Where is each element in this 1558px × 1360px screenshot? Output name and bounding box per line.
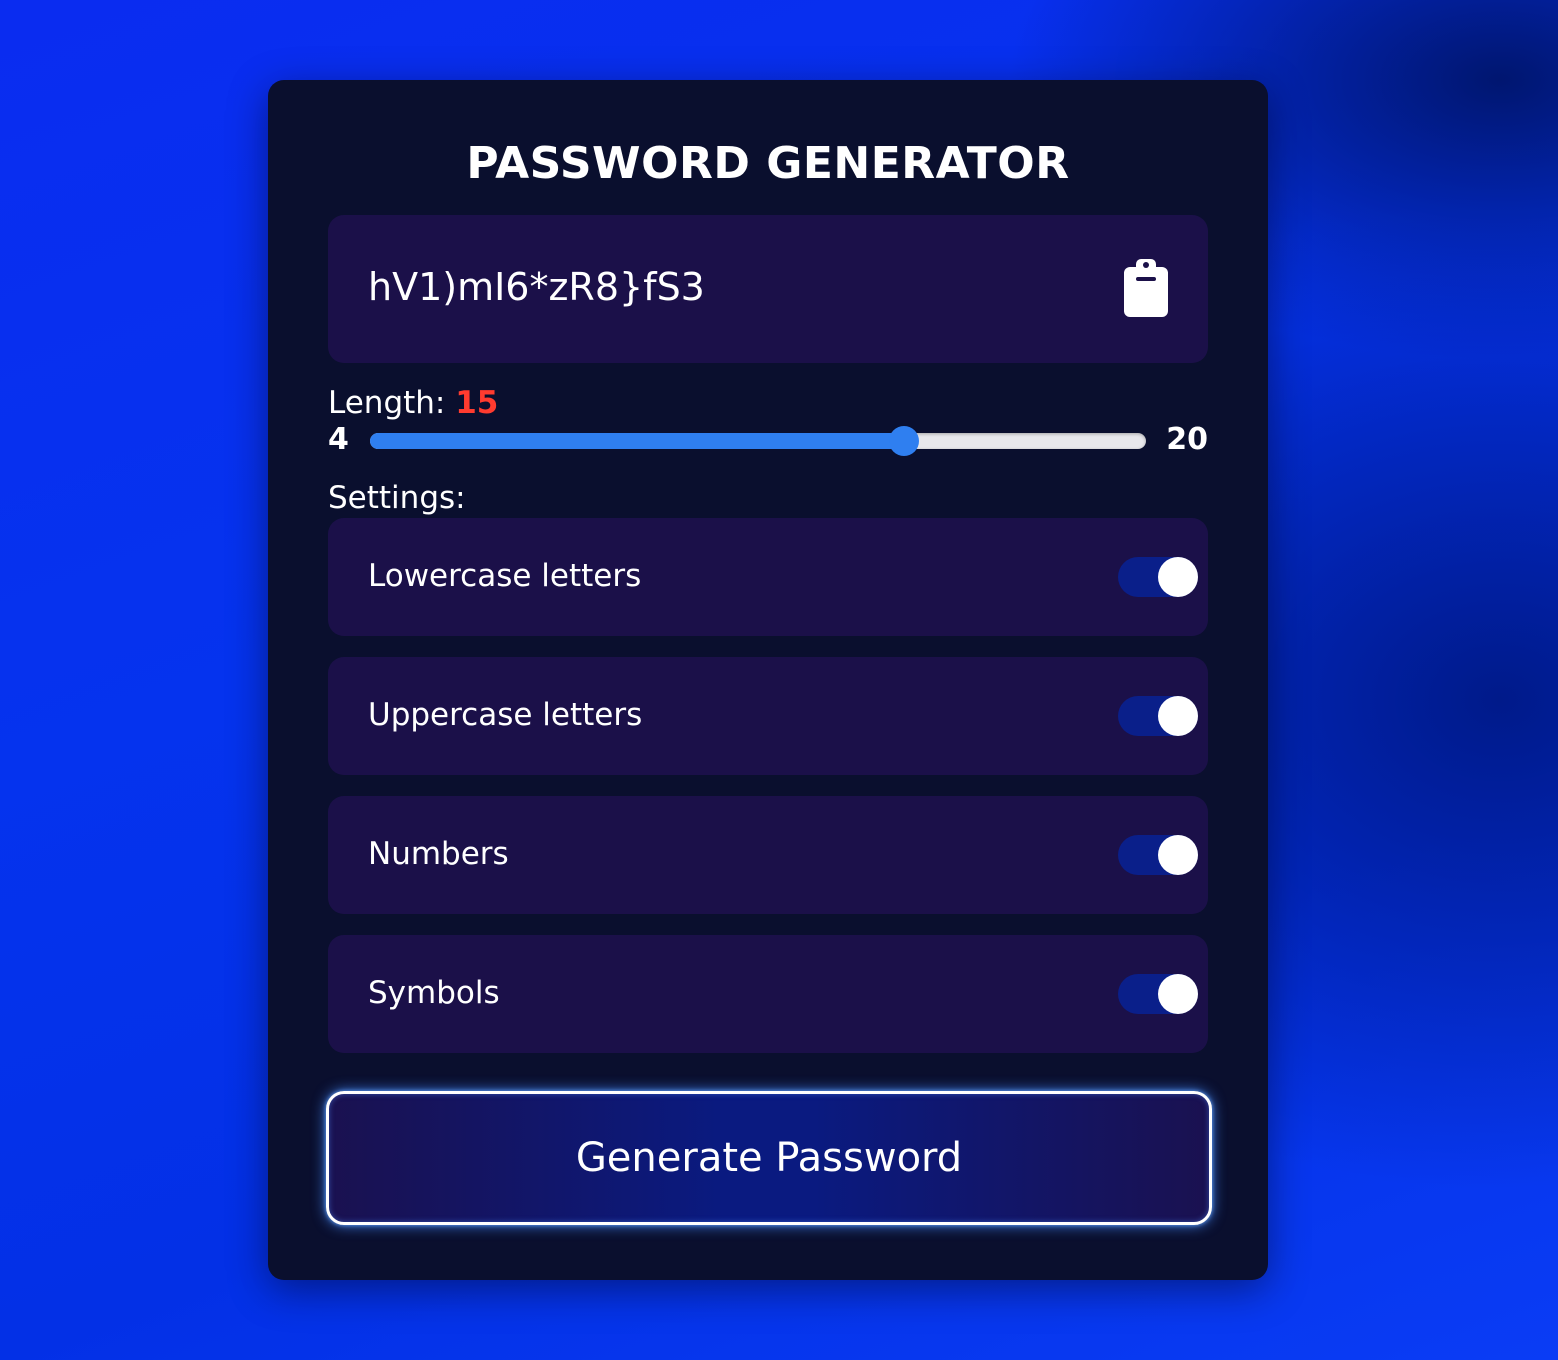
setting-uppercase: Uppercase letters	[328, 657, 1208, 775]
setting-label: Lowercase letters	[368, 558, 642, 594]
toggle-knob	[1158, 835, 1198, 875]
setting-symbols: Symbols	[328, 935, 1208, 1053]
page-title: PASSWORD GENERATOR	[466, 138, 1070, 189]
generate-password-button[interactable]: Generate Password	[326, 1091, 1212, 1225]
symbols-toggle[interactable]	[1118, 974, 1198, 1014]
numbers-toggle[interactable]	[1118, 835, 1198, 875]
setting-label: Symbols	[368, 975, 500, 1011]
setting-label: Numbers	[368, 836, 509, 872]
lowercase-toggle[interactable]	[1118, 557, 1198, 597]
setting-numbers: Numbers	[328, 796, 1208, 914]
copy-button[interactable]	[1122, 257, 1170, 319]
slider-max-label: 20	[1166, 422, 1208, 457]
slider-fill	[370, 433, 904, 449]
length-label-text: Length:	[328, 385, 456, 421]
toggle-knob	[1158, 696, 1198, 736]
toggle-knob	[1158, 974, 1198, 1014]
settings-label: Settings:	[328, 480, 466, 516]
slider-min-label: 4	[328, 422, 349, 457]
clipboard-icon	[1124, 259, 1168, 317]
setting-label: Uppercase letters	[368, 697, 643, 733]
password-text: hV1)mI6*zR8}fS3	[368, 265, 705, 309]
setting-lowercase: Lowercase letters	[328, 518, 1208, 636]
length-value: 15	[455, 385, 499, 421]
length-slider[interactable]	[370, 426, 1146, 456]
length-label: Length: 15	[328, 385, 498, 421]
uppercase-toggle[interactable]	[1118, 696, 1198, 736]
toggle-knob	[1158, 557, 1198, 597]
password-display: hV1)mI6*zR8}fS3	[328, 215, 1208, 363]
slider-thumb[interactable]	[888, 426, 919, 456]
length-slider-row: 4 20	[328, 422, 1208, 462]
password-generator-card: PASSWORD GENERATOR hV1)mI6*zR8}fS3 Lengt…	[268, 80, 1268, 1280]
